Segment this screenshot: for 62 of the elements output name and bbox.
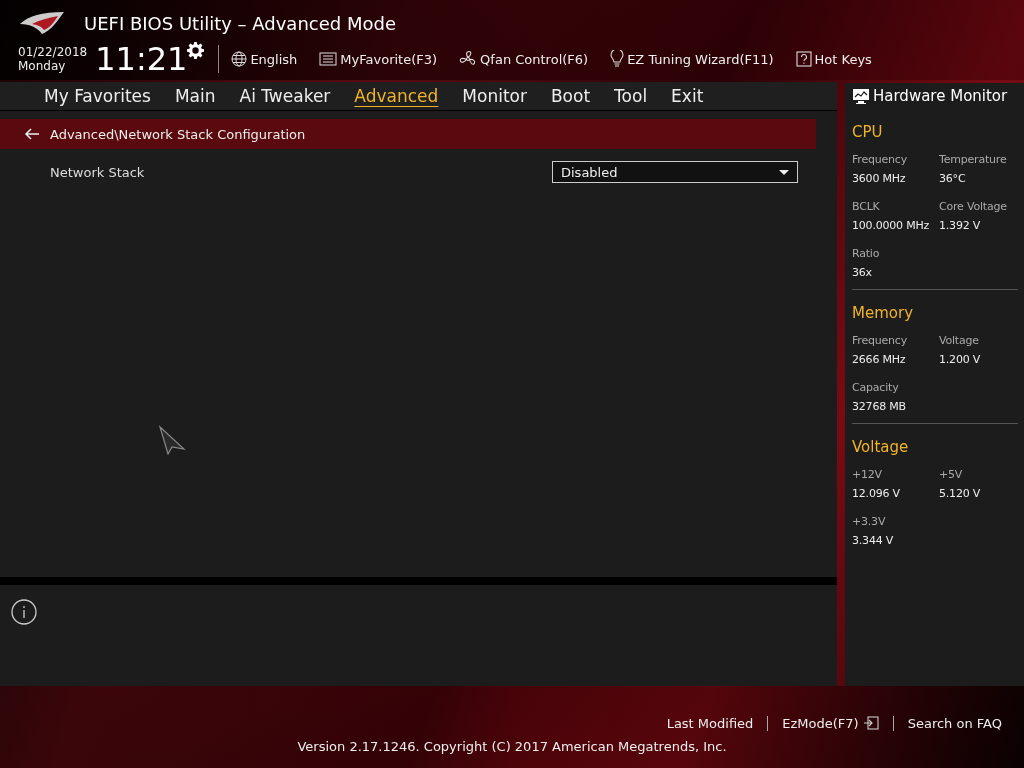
reading-label: +5V: [939, 468, 964, 481]
help-icon: [795, 51, 812, 67]
reading-value: 36x: [852, 266, 873, 279]
info-icon: [11, 599, 37, 625]
panel-title: Hardware Monitor: [873, 87, 1008, 105]
reading-value: 5.120 V: [939, 487, 982, 500]
fan-icon: [459, 50, 478, 68]
setting-label: Network Stack: [50, 164, 145, 180]
reading-value: 1.392 V: [939, 219, 982, 232]
footer-link[interactable]: EzMode(F7): [767, 715, 893, 731]
menu-tab[interactable]: Monitor: [450, 82, 539, 110]
dropdown[interactable]: Disabled: [552, 161, 798, 183]
menu-tab[interactable]: Boot: [538, 82, 603, 110]
window-title: UEFI BIOS Utility – Advanced Mode: [84, 12, 396, 34]
toolbar-button[interactable]: Hot Keys: [795, 51, 872, 67]
monitor-icon: [852, 87, 870, 105]
reading-value: 2666 MHz: [852, 353, 907, 366]
footer-link[interactable]: Search on FAQ: [892, 715, 1016, 731]
reading-label: +3.3V: [852, 515, 887, 528]
settings-icon[interactable]: [187, 42, 205, 59]
version-text: Version 2.17.1246. Copyright (C) 2017 American Megatrends, Inc.: [297, 739, 727, 754]
menu-tab[interactable]: Tool: [602, 82, 660, 110]
menu-tab[interactable]: Exit: [659, 82, 716, 110]
reading-label: Ratio: [852, 247, 881, 260]
menu-tab[interactable]: My Favorites: [32, 82, 163, 110]
day-text: Monday: [18, 59, 67, 73]
section-title: Voltage: [852, 438, 910, 456]
reading-label: Frequency: [852, 334, 909, 347]
lightbulb-icon: [610, 50, 625, 68]
cursor-icon: [158, 425, 186, 455]
menu-tab[interactable]: Advanced: [342, 82, 451, 110]
reading-value: 1.200 V: [939, 353, 982, 366]
breadcrumb-path: Advanced\Network Stack Configuration: [50, 126, 306, 142]
toolbar-button[interactable]: Qfan Control(F6): [459, 50, 589, 68]
menu-tab[interactable]: Main: [162, 82, 228, 110]
reading-label: Temperature: [939, 153, 1008, 166]
reading-value: 12.096 V: [852, 487, 901, 500]
reading-label: Frequency: [852, 153, 909, 166]
reading-value: 100.0000 MHz: [852, 219, 931, 232]
reading-label: BCLK: [852, 200, 881, 213]
toolbar-button[interactable]: English: [231, 51, 298, 67]
date-text: 01/22/2018: [18, 45, 88, 59]
reading-label: Capacity: [852, 381, 900, 394]
caret-icon: [779, 169, 789, 175]
menu-tab[interactable]: Ai Tweaker: [227, 82, 343, 110]
reading-value: 36°C: [939, 172, 967, 185]
clock-time: 11:21: [95, 41, 188, 77]
reading-label: Core Voltage: [939, 200, 1008, 213]
section-title: CPU: [852, 123, 884, 141]
section-title: Memory: [852, 304, 914, 322]
reading-label: +12V: [852, 468, 883, 481]
exit-icon: [862, 716, 879, 730]
toolbar-button[interactable]: EZ Tuning Wizard(F11): [610, 50, 774, 68]
back-arrow-icon[interactable]: [24, 128, 40, 140]
footer-link[interactable]: Last Modified: [652, 715, 768, 731]
list-icon: [319, 52, 338, 66]
reading-value: 3600 MHz: [852, 172, 907, 185]
reading-value: 3.344 V: [852, 534, 895, 547]
reading-label: Voltage: [939, 334, 980, 347]
reading-value: 32768 MB: [852, 400, 907, 413]
toolbar-button[interactable]: MyFavorite(F3): [319, 51, 438, 67]
globe-icon: [231, 51, 248, 67]
